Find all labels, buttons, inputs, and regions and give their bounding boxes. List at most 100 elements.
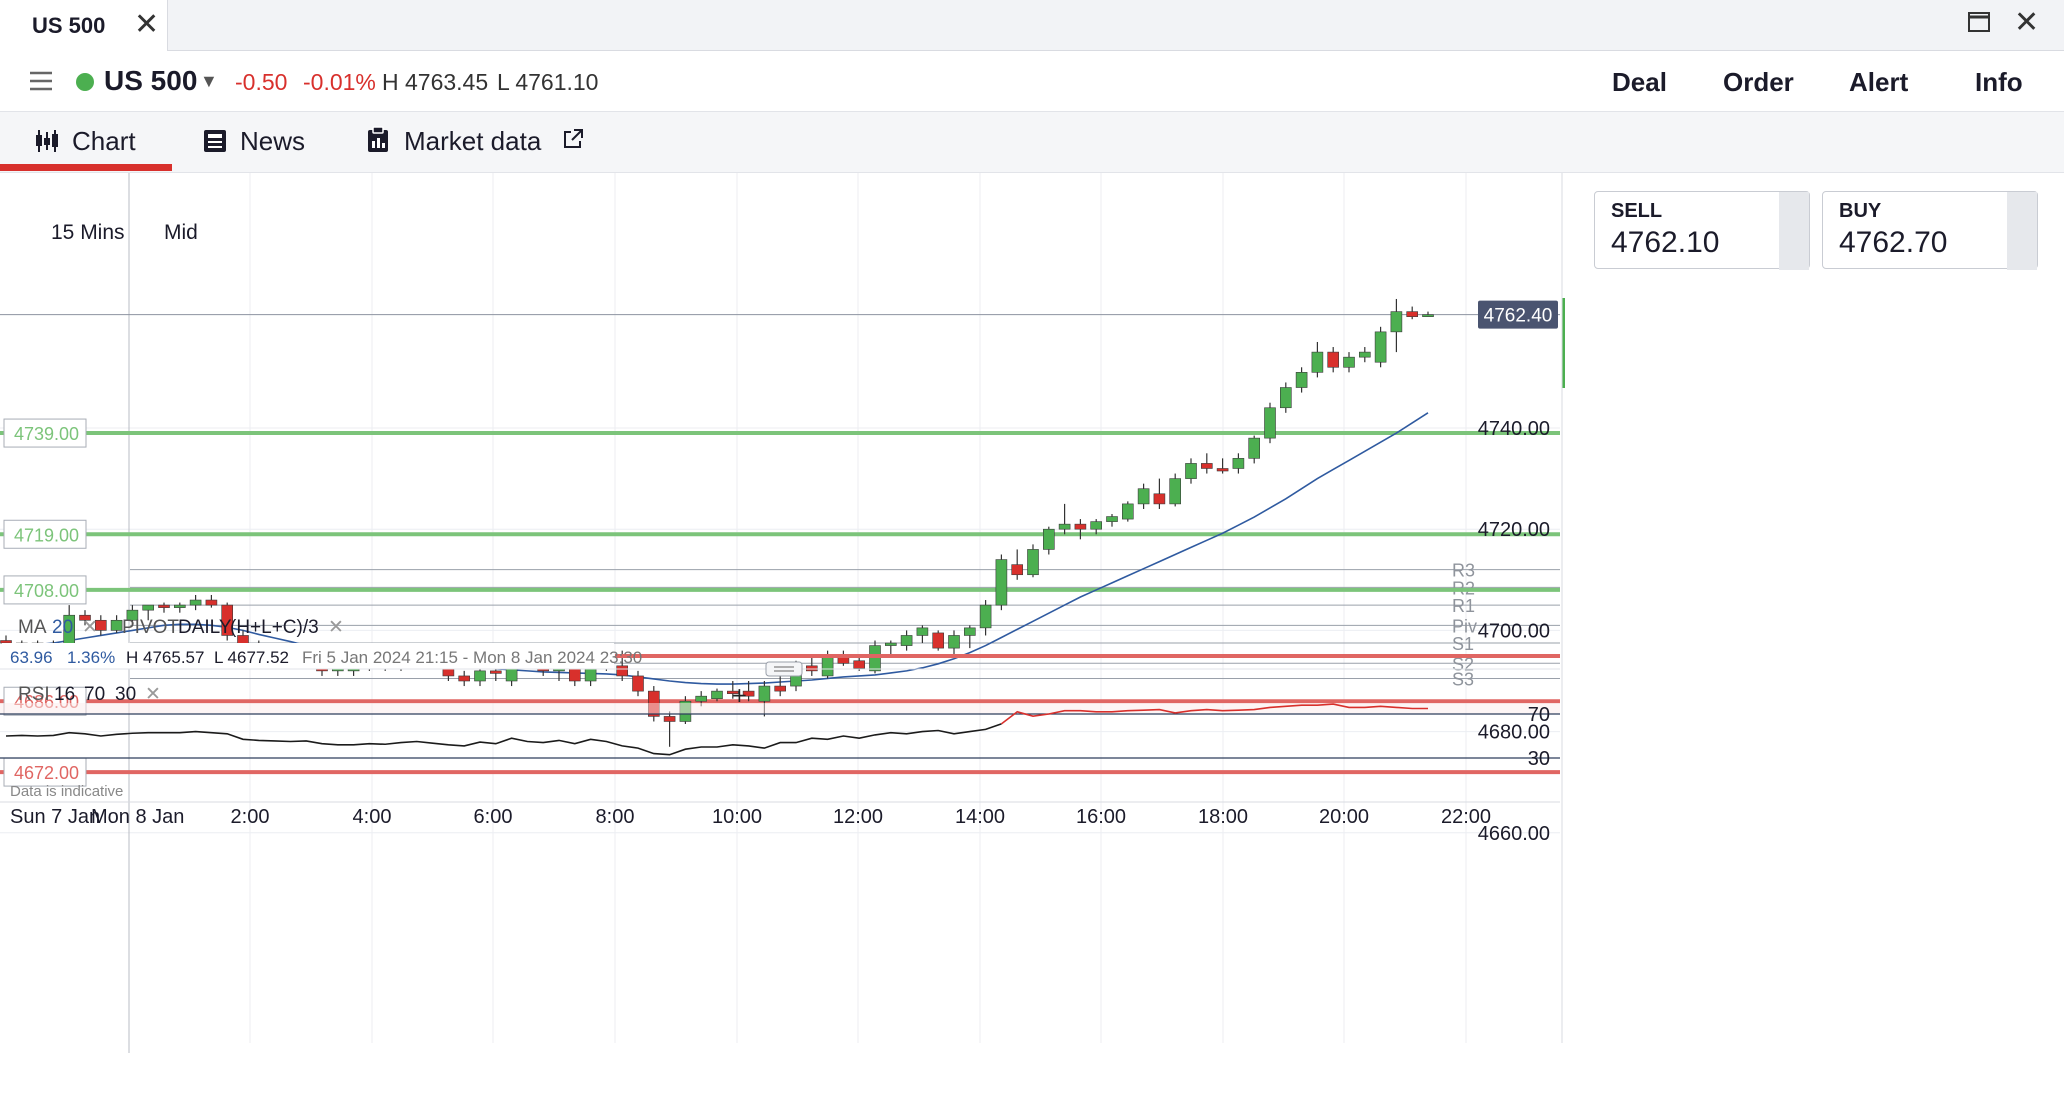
candle-body[interactable] — [1327, 351, 1339, 368]
tab-title: US 500 — [32, 13, 106, 38]
close-icon[interactable]: ✕ — [134, 8, 159, 42]
candle-body[interactable] — [1169, 478, 1181, 505]
price-type-button[interactable]: Mid — [164, 221, 198, 245]
tab-market-data[interactable]: Market data — [364, 112, 590, 171]
candle-body[interactable] — [1122, 503, 1134, 520]
candle-body[interactable] — [1390, 311, 1403, 333]
candle-body[interactable] — [142, 604, 154, 611]
candle-body[interactable] — [900, 635, 913, 646]
candle-body[interactable] — [489, 670, 502, 674]
candle-body[interactable] — [884, 642, 897, 646]
rsi-legend-upper[interactable]: 70 — [84, 684, 105, 705]
tab-market-data-label: Market data — [404, 126, 542, 156]
deal-button[interactable]: Deal — [1612, 67, 1667, 98]
candle-body[interactable] — [1359, 351, 1371, 358]
rsi-legend-lower[interactable]: 30 — [115, 684, 136, 705]
candle-body[interactable] — [1280, 387, 1292, 409]
candle-body[interactable] — [110, 619, 123, 631]
market-symbol[interactable]: US 500 — [104, 65, 197, 97]
candle-body[interactable] — [616, 665, 629, 677]
candle-body[interactable] — [205, 599, 218, 606]
candle-body[interactable] — [1216, 468, 1229, 472]
candle-body[interactable] — [1185, 463, 1197, 479]
candle-body[interactable] — [1153, 493, 1166, 505]
panel-resize-handle[interactable] — [765, 661, 803, 677]
candle-body[interactable] — [1422, 314, 1434, 317]
rsi-legend-period[interactable]: 16 — [54, 684, 75, 705]
candle-body[interactable] — [1043, 528, 1055, 550]
candle-body[interactable] — [158, 604, 170, 608]
candle-body[interactable] — [695, 695, 708, 702]
pivot-label: S3 — [1452, 669, 1474, 689]
pivot-label: S1 — [1452, 634, 1474, 654]
rsi-level-label: 30 — [1528, 748, 1550, 770]
window-tab[interactable]: US 500 ✕ — [0, 0, 168, 51]
candle-body[interactable] — [774, 685, 787, 692]
ma-legend-period[interactable]: 20 — [52, 617, 73, 638]
info-button[interactable]: Info — [1975, 67, 2023, 98]
tab-news[interactable]: News — [198, 112, 316, 171]
candle-body[interactable] — [1343, 356, 1355, 368]
candle-body[interactable] — [869, 645, 881, 672]
candle-body[interactable] — [1137, 488, 1150, 505]
candle-body[interactable] — [174, 604, 186, 608]
candle-body[interactable] — [1311, 351, 1324, 373]
candle-body[interactable] — [663, 716, 676, 722]
candle-body[interactable] — [1027, 549, 1039, 576]
candle-body[interactable] — [1074, 523, 1087, 530]
order-button[interactable]: Order — [1723, 67, 1794, 98]
candle-body[interactable] — [1406, 311, 1418, 317]
candle-body[interactable] — [1058, 523, 1071, 530]
maximize-icon[interactable] — [1966, 10, 1992, 34]
candle-body[interactable] — [711, 690, 723, 700]
candle-body[interactable] — [1106, 516, 1118, 522]
candle-body[interactable] — [1264, 407, 1276, 439]
candle-body[interactable] — [805, 665, 818, 672]
remove-rsi-icon[interactable]: ✕ — [145, 683, 161, 705]
candle-body[interactable] — [189, 599, 202, 606]
window-close-icon[interactable]: ✕ — [2014, 6, 2039, 40]
candle-body[interactable] — [1374, 331, 1387, 363]
price-chart[interactable]: R3R2R1PivS1S2S34739.004719.004708.004686… — [0, 173, 2064, 1096]
pivot-legend-period[interactable]: DAILY — [178, 617, 232, 638]
candle-body[interactable] — [821, 655, 834, 677]
level-label: 4739.00 — [14, 424, 79, 444]
hamburger-menu-icon[interactable] — [28, 69, 54, 93]
candle-body[interactable] — [1011, 564, 1024, 576]
remove-ma-icon[interactable]: ✕ — [82, 616, 98, 638]
x-axis-tick-label: 12:00 — [833, 806, 883, 828]
candle-body[interactable] — [1295, 372, 1308, 388]
remove-pivot-icon[interactable]: ✕ — [328, 616, 344, 638]
candle-body[interactable] — [458, 675, 471, 682]
candle-body[interactable] — [979, 604, 992, 629]
candle-body[interactable] — [1232, 458, 1245, 469]
timeframe-interval-button[interactable]: 15 Mins — [51, 221, 125, 245]
y-axis-tick-label: 4700.00 — [1478, 620, 1550, 642]
candle-body[interactable] — [932, 632, 945, 649]
candle-body[interactable] — [948, 635, 960, 649]
candle-body[interactable] — [963, 627, 976, 636]
alert-button[interactable]: Alert — [1849, 67, 1908, 98]
rsi-line — [5, 723, 1002, 756]
candle-body[interactable] — [0, 640, 12, 644]
candle-body[interactable] — [1090, 521, 1102, 530]
market-open-status-icon — [76, 73, 94, 91]
candle-body[interactable] — [758, 685, 771, 702]
active-tab-indicator — [0, 164, 172, 171]
level-label: 4719.00 — [14, 525, 79, 545]
newspaper-icon — [204, 130, 226, 152]
candle-body[interactable] — [995, 559, 1008, 606]
candle-body[interactable] — [916, 627, 929, 636]
buy-price-button[interactable]: BUY 4762.70 — [1822, 191, 2038, 270]
sell-price-button[interactable]: SELL 4762.10 — [1594, 191, 1810, 270]
candle-body[interactable] — [853, 660, 866, 669]
candle-body[interactable] — [1248, 437, 1260, 459]
candle-body[interactable] — [474, 670, 486, 682]
ma-legend-label: MA — [18, 617, 47, 638]
chevron-down-icon[interactable]: ▼ — [200, 71, 218, 92]
candle-body[interactable] — [632, 675, 644, 692]
tab-chart[interactable]: Chart — [0, 112, 172, 171]
candle-body[interactable] — [1201, 463, 1213, 469]
buy-button-edge — [2007, 192, 2037, 270]
data-disclaimer: Data is indicative — [10, 783, 123, 800]
